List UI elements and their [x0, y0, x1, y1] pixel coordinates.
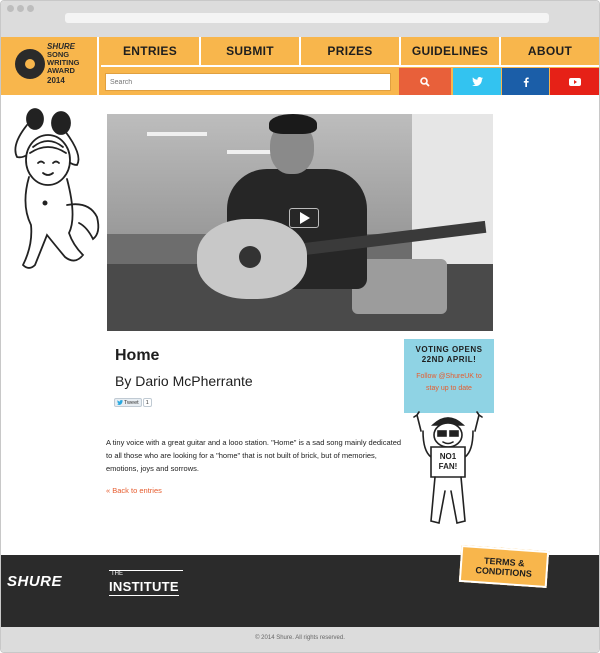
search-icon: [420, 76, 430, 87]
twitter-bird-icon: [117, 400, 123, 405]
main-nav: ENTRIES SUBMIT PRIZES GUIDELINES ABOUT: [101, 37, 599, 65]
fan-mascot-illustration: NO1 FAN!: [413, 411, 483, 524]
tweet-widget: Tweet 1: [114, 398, 152, 407]
dancing-mascot-illustration: [14, 108, 100, 269]
nav-entries[interactable]: ENTRIES: [101, 37, 201, 65]
nav-submit[interactable]: SUBMIT: [201, 37, 301, 65]
browser-chrome: [1, 1, 599, 37]
nav-about[interactable]: ABOUT: [501, 37, 599, 65]
nav-prizes[interactable]: PRIZES: [301, 37, 401, 65]
play-icon: [300, 212, 310, 224]
window-close-dot[interactable]: [7, 5, 14, 12]
window-minimize-dot[interactable]: [17, 5, 24, 12]
play-button[interactable]: [289, 208, 319, 228]
voting-notice: VOTING OPENS 22ND APRIL! Follow @ShureUK…: [404, 339, 494, 413]
search-button[interactable]: [399, 68, 451, 95]
entry-description: A tiny voice with a great guitar and a l…: [106, 438, 402, 473]
youtube-button[interactable]: [550, 68, 599, 95]
tweet-count: 1: [142, 398, 152, 407]
browser-window: SHURE SONG WRITING AWARD 2014 ENTRIES SU…: [0, 0, 600, 653]
tweet-button[interactable]: Tweet: [114, 398, 142, 407]
window-maximize-dot[interactable]: [27, 5, 34, 12]
video-guitar-hole: [239, 246, 261, 268]
institute-the: THE: [111, 571, 123, 577]
copyright-text: © 2014 Shure. All rights reserved.: [255, 635, 345, 641]
site-logo[interactable]: SHURE SONG WRITING AWARD 2014: [1, 37, 99, 95]
twitter-button[interactable]: [453, 68, 501, 95]
nav-guidelines[interactable]: GUIDELINES: [401, 37, 501, 65]
search-input[interactable]: [105, 73, 391, 91]
video-shelf: [147, 132, 207, 136]
vote-heading-line-2: 22ND APRIL!: [421, 355, 477, 364]
logo-line-3: AWARD: [47, 66, 75, 75]
shure-footer-logo[interactable]: SHURE: [7, 573, 62, 590]
terms-conditions-button[interactable]: TERMS & CONDITIONS: [458, 544, 550, 589]
vote-follow-line-2: stay up to date: [426, 385, 472, 392]
facebook-button[interactable]: [502, 68, 549, 95]
youtube-icon: [568, 77, 581, 86]
fan-sign-line-1: NO1: [440, 452, 457, 461]
fan-sign-line-2: FAN!: [439, 462, 458, 471]
vote-heading-line-1: VOTING OPENS: [415, 345, 483, 354]
video-player[interactable]: [107, 114, 493, 331]
record-disc-icon: [15, 49, 45, 79]
nav-divider: [101, 65, 599, 67]
facebook-icon: [523, 77, 529, 87]
entry-author: By Dario McPherrante: [115, 373, 253, 389]
tweet-label: Tweet: [124, 399, 139, 406]
logo-year: 2014: [47, 76, 65, 85]
back-to-entries-link[interactable]: « Back to entries: [106, 486, 162, 495]
vote-follow-line-1[interactable]: Follow @ShureUK to: [404, 371, 494, 383]
video-person-hair: [269, 114, 317, 134]
address-bar[interactable]: [65, 13, 549, 23]
entry-title: Home: [115, 347, 160, 364]
institute-footer-logo[interactable]: INSTITUTE: [109, 579, 179, 596]
twitter-icon: [471, 77, 483, 86]
site-header: SHURE SONG WRITING AWARD 2014 ENTRIES SU…: [1, 37, 599, 95]
video-window: [412, 114, 493, 264]
